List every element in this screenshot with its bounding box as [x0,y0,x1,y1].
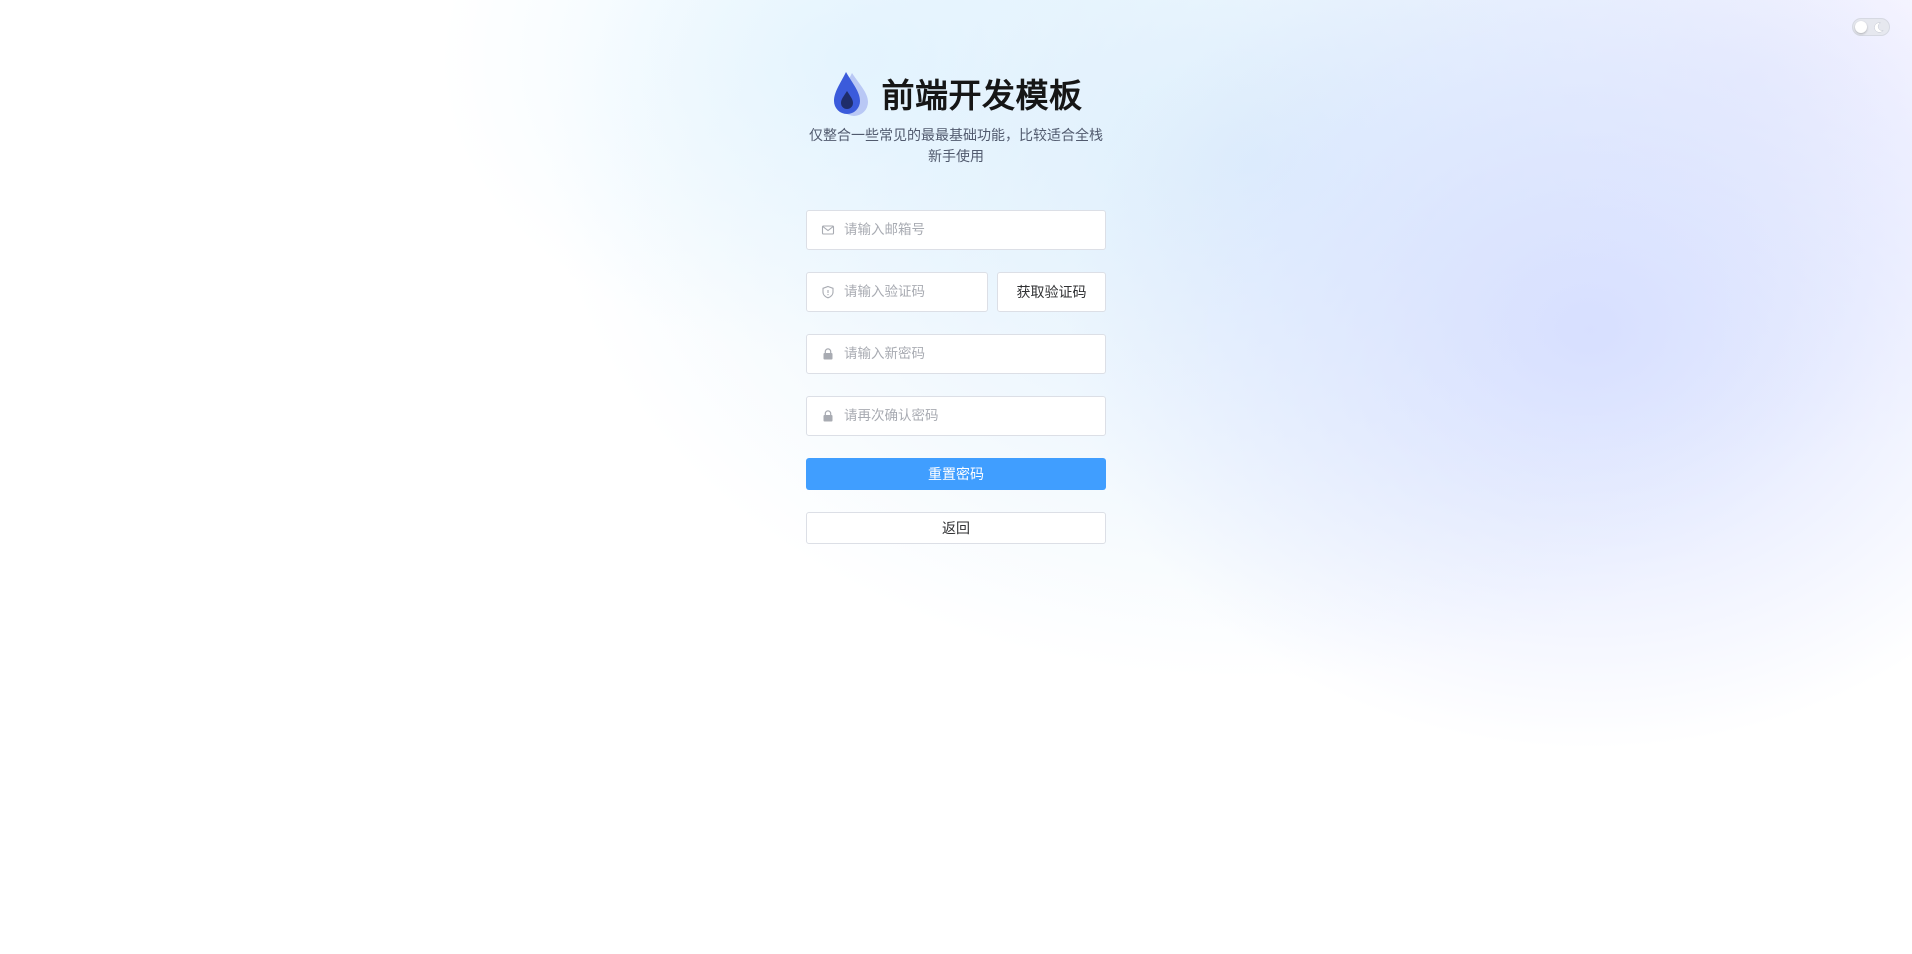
confirm-password-input[interactable] [844,408,1105,424]
code-field[interactable] [806,272,988,312]
email-input[interactable] [844,222,1105,238]
confirm-password-field[interactable] [806,396,1106,436]
new-password-field[interactable] [806,334,1106,374]
lock-icon [823,410,833,422]
verification-code-row: 获取验证码 [806,272,1106,312]
reset-password-panel: 前端开发模板 仅整合一些常见的最最基础功能，比较适合全栈新手使用 获取验证码 [806,66,1106,544]
page-subtitle: 仅整合一些常见的最最基础功能，比较适合全栈新手使用 [809,128,1103,165]
brand-header: 前端开发模板 [806,66,1106,120]
back-button[interactable]: 返回 [806,512,1106,544]
toggle-knob [1855,21,1867,33]
page-title: 前端开发模板 [881,76,1083,115]
email-field[interactable] [806,210,1106,250]
reset-form: 获取验证码 重置密码 返回 [806,210,1106,544]
code-input[interactable] [844,284,987,300]
water-drop-icon [833,72,868,116]
lock-icon [823,348,833,360]
new-password-input[interactable] [844,346,1105,362]
get-code-button[interactable]: 获取验证码 [997,272,1106,312]
mail-icon [821,225,835,235]
moon-icon [1874,22,1884,33]
reset-password-button[interactable]: 重置密码 [806,458,1106,490]
shield-icon [822,285,834,299]
theme-toggle[interactable] [1852,18,1890,36]
